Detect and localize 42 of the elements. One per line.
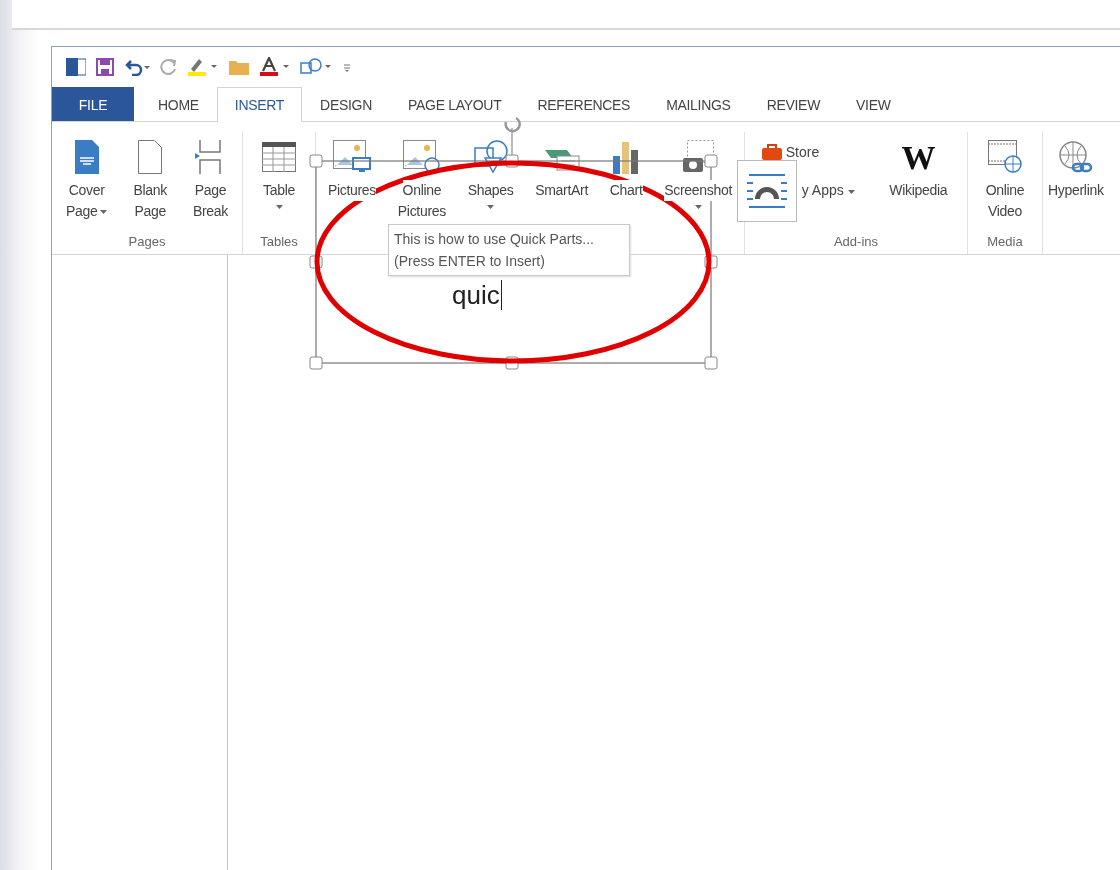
ribbon-button[interactable]: Hyperlink: [1045, 132, 1107, 234]
ribbon-tab[interactable]: REVIEW: [748, 87, 839, 121]
ribbon-button[interactable]: y Apps: [801, 182, 855, 198]
shapes-icon[interactable]: [300, 57, 332, 77]
shapes-icon: [472, 140, 509, 174]
group-label: Tables: [259, 234, 299, 251]
font-color-icon[interactable]: [260, 57, 290, 77]
blank-page-icon: [138, 140, 163, 174]
ribbon-tab[interactable]: FILE: [52, 87, 134, 121]
ribbon-tab[interactable]: INSERT: [216, 87, 303, 122]
quick-parts-icon[interactable]: [737, 160, 797, 222]
table-icon: [262, 142, 296, 172]
save-icon[interactable]: [96, 58, 114, 76]
group-label: Media: [986, 234, 1024, 251]
ribbon-button[interactable]: Table: [259, 132, 299, 234]
highlighter-icon[interactable]: [188, 57, 218, 77]
ribbon-tab[interactable]: MAILINGS: [648, 87, 749, 121]
ribbon-button[interactable]: Cover Page: [62, 132, 111, 234]
cover-page-icon: [74, 140, 99, 174]
ribbon-tab[interactable]: VIEW: [838, 87, 909, 121]
group-label: Pages: [127, 234, 167, 251]
ribbon-button[interactable]: Page Break: [189, 132, 231, 234]
ribbon-tab[interactable]: DESIGN: [302, 87, 390, 121]
ribbon-tab[interactable]: PAGE LAYOUT: [390, 87, 520, 121]
video-icon: [988, 140, 1022, 174]
typed-text: quic: [452, 279, 500, 312]
ribbon-button[interactable]: Store: [761, 144, 855, 160]
text-cursor: [500, 280, 502, 310]
ribbon-button[interactable]: Online Video: [982, 132, 1028, 234]
shopping-bag-icon: [761, 144, 782, 160]
tooltip-text: This is how to use Quick Parts...: [394, 230, 595, 249]
ribbon-tab[interactable]: REFERENCES: [519, 87, 649, 121]
ribbon-button[interactable]: Blank Page: [130, 132, 170, 234]
ribbon-button[interactable]: W Wikipedia: [886, 132, 951, 234]
tooltip-text: (Press ENTER to Insert): [394, 252, 546, 271]
undo-icon[interactable]: [124, 58, 150, 76]
ribbon-button[interactable]: Pictures: [324, 132, 380, 234]
pictures-icon: [332, 140, 371, 174]
group-label: Add-ins: [832, 234, 880, 251]
hyperlink-icon: [1056, 140, 1095, 174]
ribbon-tab[interactable]: HOME: [140, 87, 217, 121]
word-logo-icon: [66, 58, 86, 76]
